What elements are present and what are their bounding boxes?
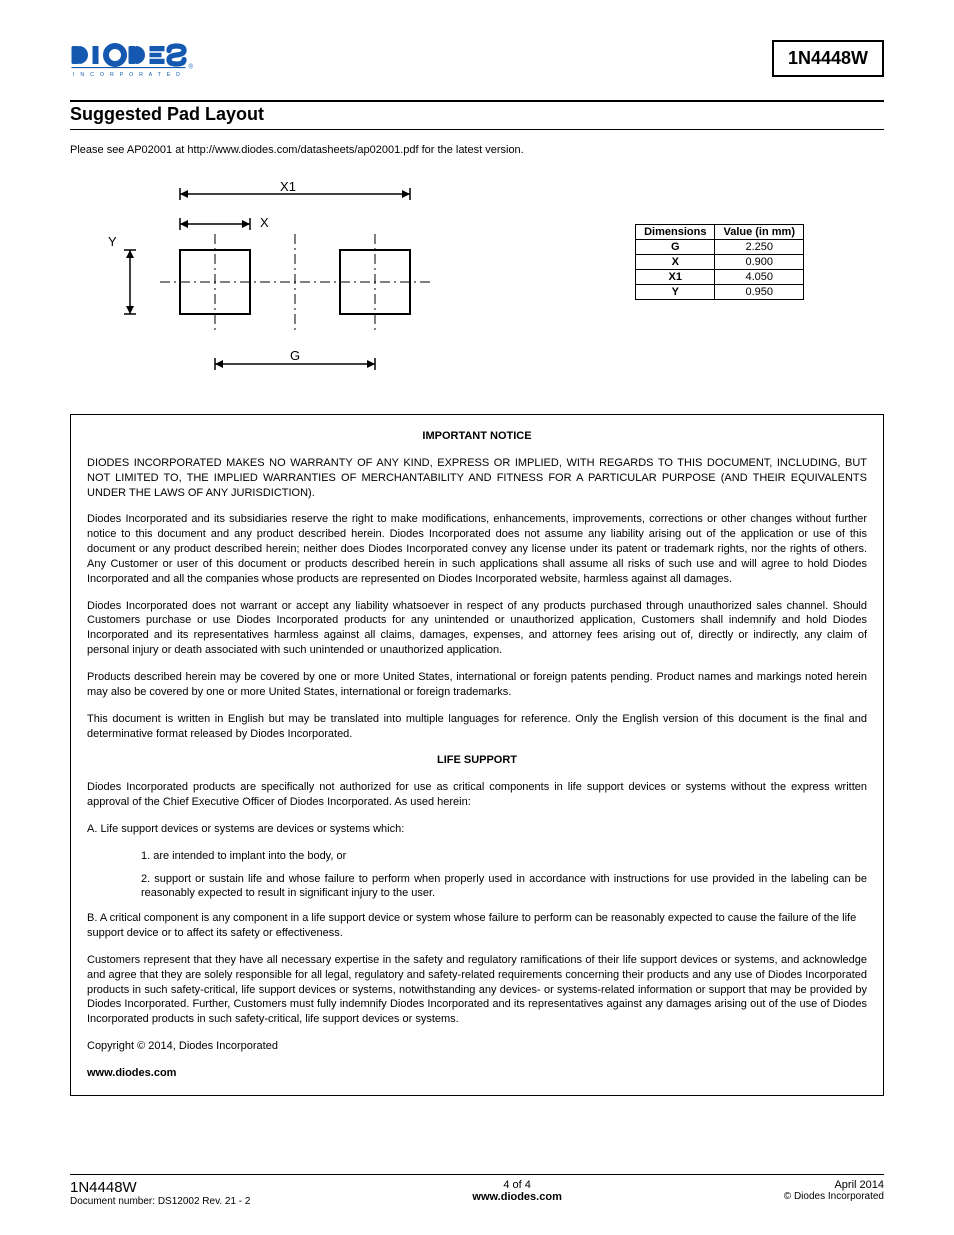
- important-notice-box: IMPORTANT NOTICE DIODES INCORPORATED MAK…: [70, 414, 884, 1096]
- customers-para: Customers represent that they have all n…: [87, 953, 867, 1027]
- footer-docnum: Document number: DS12002 Rev. 21 - 2: [70, 1196, 250, 1207]
- footer-product: 1N4448W: [70, 1179, 250, 1196]
- svg-text:G: G: [290, 348, 300, 363]
- notice-para: DIODES INCORPORATED MAKES NO WARRANTY OF…: [87, 456, 867, 501]
- life-sub-2: 2. support or sustain life and whose fai…: [141, 872, 867, 902]
- life-sub-1: 1. are intended to implant into the body…: [141, 849, 867, 864]
- notice-title: IMPORTANT NOTICE: [87, 429, 867, 444]
- svg-text:X: X: [260, 215, 269, 230]
- dim-table-head-dim: Dimensions: [636, 225, 715, 240]
- svg-text:X1: X1: [280, 179, 296, 194]
- logo-subtext: I N C O R P O R A T E D: [73, 72, 182, 78]
- table-row: X1 4.050: [636, 270, 804, 285]
- life-list-b: B. A critical component is any component…: [87, 911, 867, 941]
- layout-row: X1 X Y: [70, 174, 884, 384]
- notice-para: Products described herein may be covered…: [87, 670, 867, 700]
- footer-date: April 2014: [784, 1179, 884, 1191]
- url-line: www.diodes.com: [87, 1066, 867, 1081]
- table-row: X 0.900: [636, 255, 804, 270]
- footer-copy: © Diodes Incorporated: [784, 1191, 884, 1202]
- svg-text:Y: Y: [108, 234, 117, 249]
- life-support-title: LIFE SUPPORT: [87, 753, 867, 768]
- footer-middle: 4 of 4 www.diodes.com: [472, 1179, 561, 1203]
- life-sublist: 1. are intended to implant into the body…: [141, 849, 867, 902]
- copyright-line: Copyright © 2014, Diodes Incorporated: [87, 1039, 867, 1054]
- footer-pagenum: 4 of 4: [472, 1179, 561, 1191]
- footer-left: 1N4448W Document number: DS12002 Rev. 21…: [70, 1179, 250, 1207]
- page-header: I N C O R P O R A T E D ® 1N4448W: [70, 40, 884, 90]
- diodes-logo: I N C O R P O R A T E D ®: [70, 40, 220, 90]
- footer-website: www.diodes.com: [472, 1191, 561, 1203]
- part-number: 1N4448W: [788, 48, 868, 68]
- pad-layout-diagram: X1 X Y: [70, 174, 430, 384]
- part-number-box: 1N4448W: [772, 40, 884, 77]
- life-list-a: A. Life support devices or systems are d…: [87, 822, 867, 837]
- intro-text: Please see AP02001 at http://www.diodes.…: [70, 144, 884, 156]
- life-para: Diodes Incorporated products are specifi…: [87, 780, 867, 810]
- section-rule: [70, 129, 884, 130]
- dim-table-head-val: Value (in mm): [715, 225, 804, 240]
- svg-text:®: ®: [189, 64, 194, 71]
- notice-para: Diodes Incorporated and its subsidiaries…: [87, 512, 867, 586]
- footer-right: April 2014 © Diodes Incorporated: [784, 1179, 884, 1202]
- header-rule: [70, 100, 884, 102]
- table-row: G 2.250: [636, 240, 804, 255]
- dimension-table: Dimensions Value (in mm) G 2.250 X 0.900…: [635, 224, 804, 300]
- notice-para: Diodes Incorporated does not warrant or …: [87, 599, 867, 658]
- page-footer: 1N4448W Document number: DS12002 Rev. 21…: [70, 1174, 884, 1207]
- section-title: Suggested Pad Layout: [70, 104, 884, 125]
- table-row: Y 0.950: [636, 285, 804, 300]
- datasheet-page: I N C O R P O R A T E D ® 1N4448W Sugges…: [0, 0, 954, 1235]
- notice-para: This document is written in English but …: [87, 712, 867, 742]
